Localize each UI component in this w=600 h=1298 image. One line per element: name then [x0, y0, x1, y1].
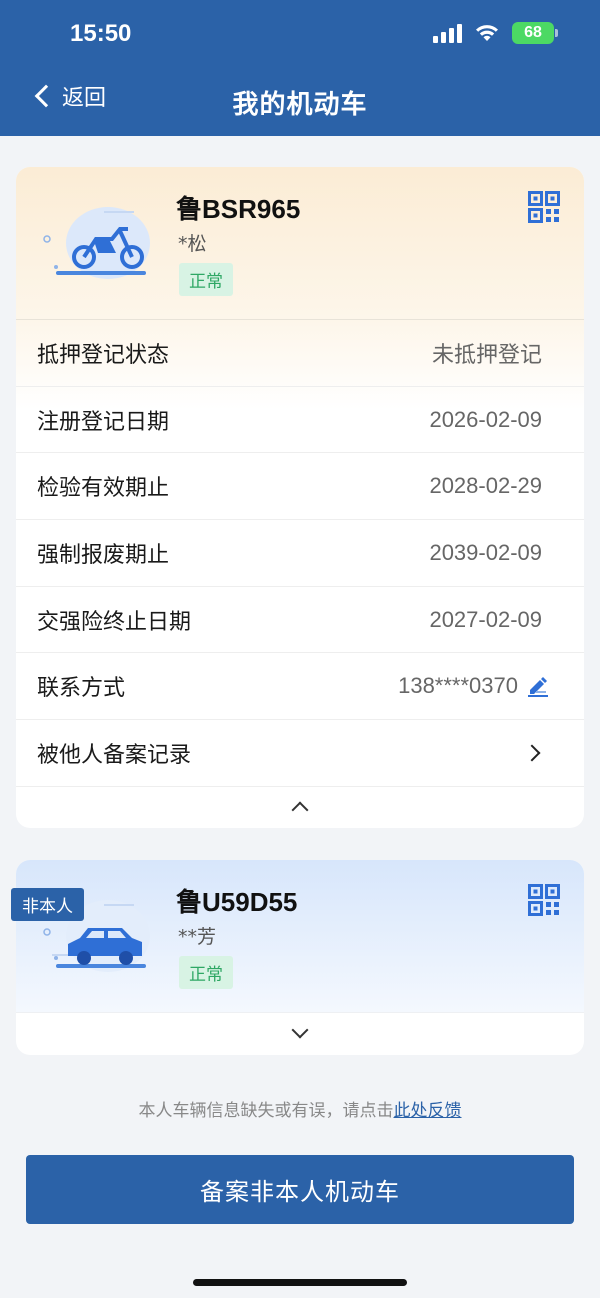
page-title: 我的机动车 [232, 90, 368, 120]
home-indicator [193, 1279, 407, 1286]
vehicle-card: 鲁BSR965 *松 正常 抵押登记状态 未抵押登记 注册登记日期 2026-0… [16, 167, 584, 828]
battery-icon: 68 [512, 22, 558, 44]
detail-label: 交强险终止日期 [37, 609, 192, 635]
contact-value-wrap: 138****0370 [398, 673, 550, 699]
detail-label: 强制报废期止 [37, 542, 170, 568]
status-icons: 68 [433, 22, 558, 44]
detail-label: 注册登记日期 [37, 409, 170, 435]
detail-row-scrap-date: 强制报废期止 2039-02-09 [16, 520, 584, 587]
detail-row-contact[interactable]: 联系方式 138****0370 [16, 653, 584, 721]
detail-value: 2028-02-29 [429, 473, 542, 499]
plate-number: 鲁BSR965 [176, 194, 301, 224]
app-header: 15:50 68 返回 我的机动车 [0, 0, 600, 136]
chevron-up-icon [291, 801, 309, 819]
chevron-down-icon [291, 1021, 309, 1039]
detail-row-insurance: 交强险终止日期 2027-02-09 [16, 587, 584, 654]
detail-value: 2039-02-09 [429, 539, 542, 565]
owner-name: **芳 [178, 926, 217, 948]
feedback-text: 本人车辆信息缺失或有误，请点击此处反馈 [0, 1096, 600, 1121]
non-owner-tag: 非本人 [11, 888, 84, 921]
detail-value: 2027-02-09 [429, 606, 542, 632]
qr-code-icon[interactable] [528, 884, 560, 916]
wifi-icon [476, 25, 498, 41]
detail-row-filing-records[interactable]: 被他人备案记录 [16, 720, 584, 787]
detail-label: 被他人备案记录 [37, 742, 192, 768]
edit-icon[interactable] [526, 674, 550, 698]
chevron-right-icon [523, 744, 541, 762]
feedback-link[interactable]: 此处反馈 [394, 1101, 462, 1121]
detail-row-inspection: 检验有效期止 2028-02-29 [16, 453, 584, 521]
detail-row-register-date: 注册登记日期 2026-02-09 [16, 387, 584, 454]
cellular-signal-icon [433, 23, 462, 43]
contact-phone: 138****0370 [398, 673, 518, 699]
status-time: 15:50 [70, 20, 132, 47]
register-non-owner-vehicle-button[interactable]: 备案非本人机动车 [26, 1155, 574, 1224]
detail-label: 联系方式 [37, 676, 126, 702]
detail-row-mortgage: 抵押登记状态 未抵押登记 [16, 320, 584, 387]
detail-label: 检验有效期止 [37, 476, 170, 502]
detail-value: 未抵押登记 [431, 342, 542, 368]
detail-value: 2026-02-09 [429, 406, 542, 432]
plate-number: 鲁U59D55 [176, 887, 298, 917]
vehicle-card-header: 鲁BSR965 *松 正常 [16, 167, 584, 320]
owner-name: *松 [178, 233, 207, 255]
vehicle-card-header: 鲁U59D55 **芳 正常 [16, 860, 584, 1013]
vehicle-card: 鲁U59D55 **芳 正常 [16, 860, 584, 1055]
status-badge: 正常 [179, 956, 233, 989]
status-badge: 正常 [179, 263, 233, 296]
qr-code-icon[interactable] [528, 191, 560, 223]
feedback-prompt: 本人车辆信息缺失或有误，请点击 [138, 1101, 394, 1121]
motorcycle-icon [43, 207, 150, 279]
detail-label: 抵押登记状态 [37, 342, 170, 368]
collapse-toggle[interactable] [16, 787, 584, 827]
expand-toggle[interactable] [16, 1013, 584, 1053]
vehicle-detail-list: 抵押登记状态 未抵押登记 注册登记日期 2026-02-09 检验有效期止 20… [16, 320, 584, 787]
